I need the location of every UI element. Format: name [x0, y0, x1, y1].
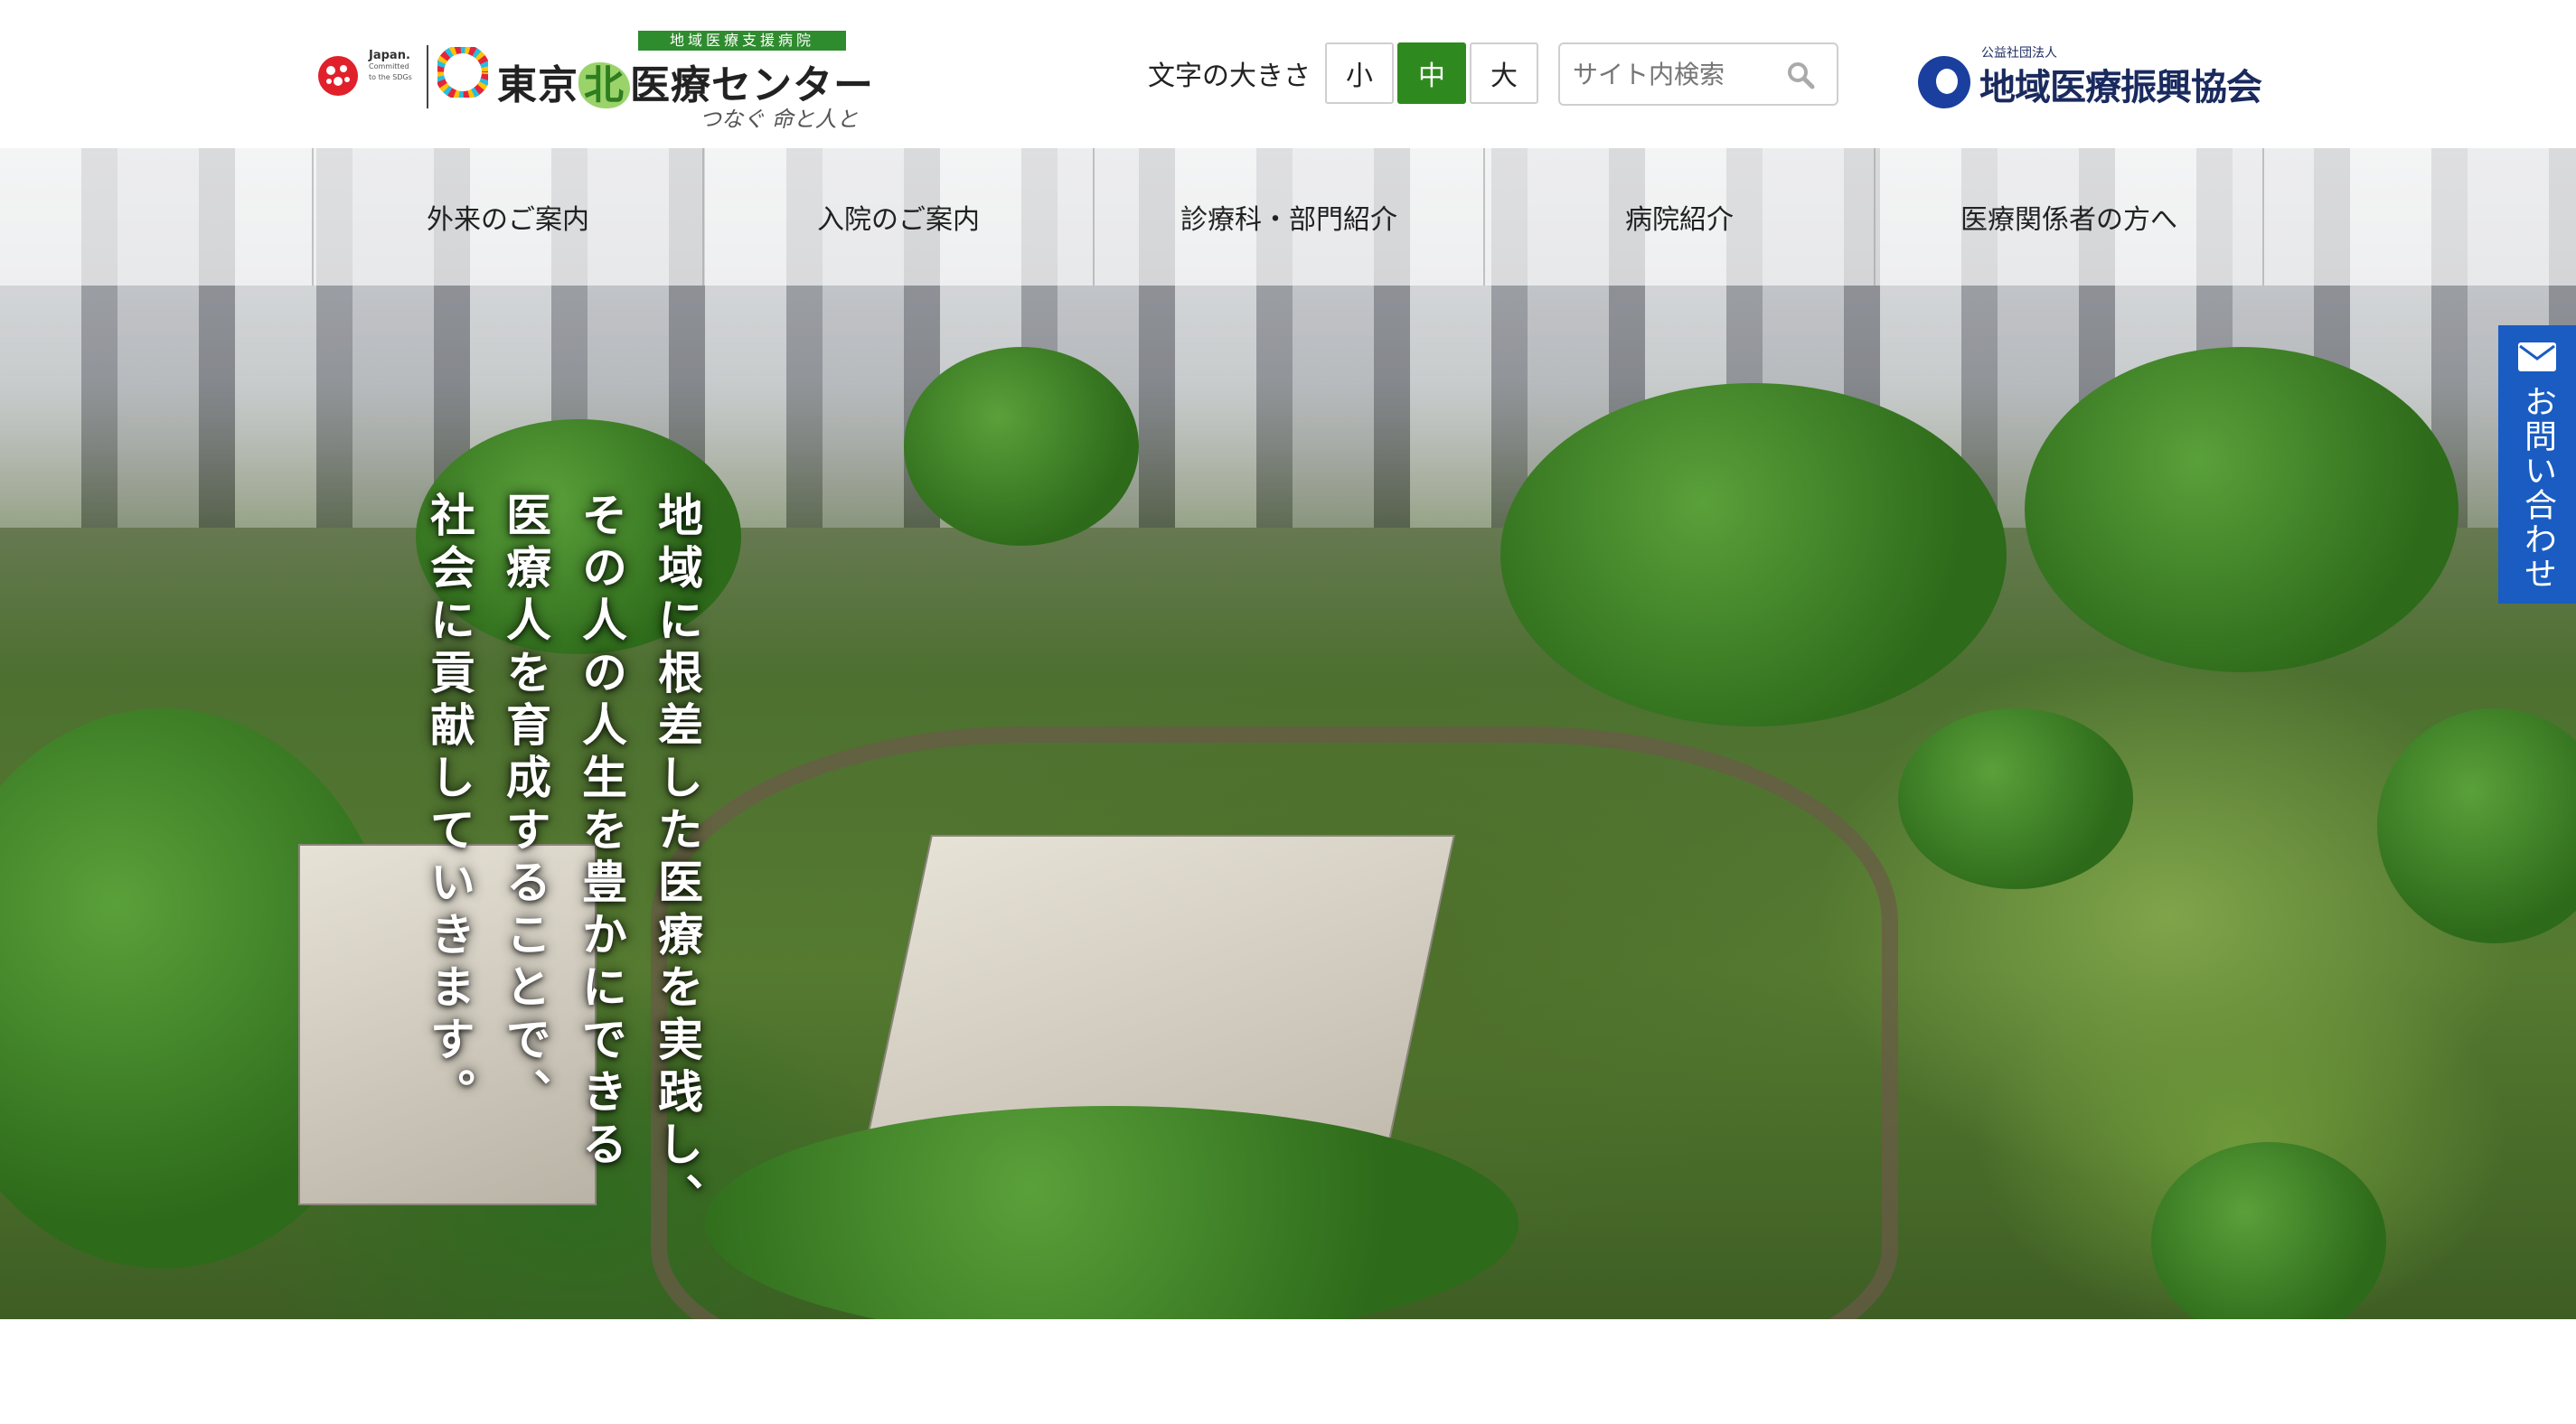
font-size-large-button[interactable]: 大	[1470, 42, 1538, 104]
contact-button[interactable]: お問い合わせ	[2498, 325, 2576, 604]
hero-tree	[2151, 1142, 2386, 1319]
hero-tree	[2025, 347, 2458, 672]
hero-tree	[2377, 708, 2576, 943]
sakura-icon	[318, 56, 358, 96]
contact-label: お問い合わせ	[2519, 385, 2556, 591]
hero-copy-line-4: 社会に貢献していきます。	[423, 492, 475, 1120]
search-input[interactable]	[1573, 59, 1790, 89]
hospital-tagline: つなぐ 命と人と	[700, 107, 859, 132]
hospital-name-kita: 北	[578, 62, 630, 108]
nav-item-inpatient[interactable]: 入院のご案内	[702, 148, 1093, 286]
committed-label: Committed	[369, 62, 409, 70]
hospital-name-a: 東京	[497, 62, 578, 108]
hero-copy-line-1: 地域に根差した医療を実践し、	[651, 492, 703, 1225]
logo-divider	[427, 45, 428, 108]
nav-item-professionals[interactable]: 医療関係者の方へ	[1874, 148, 2264, 286]
japan-label: Japan.	[369, 49, 410, 62]
content-area	[0, 1319, 2576, 1424]
global-nav: 外来のご案内 入院のご案内 診療科・部門紹介 病院紹介 医療関係者の方へ	[0, 148, 2576, 286]
hero-tree	[1500, 383, 2007, 726]
nav-item-departments[interactable]: 診療科・部門紹介	[1093, 148, 1483, 286]
nav-item-about[interactable]: 病院紹介	[1483, 148, 1874, 286]
font-size-medium-button[interactable]: 中	[1397, 42, 1466, 104]
association-name: 地域医療振興協会	[1979, 67, 2262, 108]
nav-item-outpatient[interactable]: 外来のご案内	[312, 148, 702, 286]
hero-tree	[1898, 708, 2133, 889]
sdgs-japan-mark: Japan. Committed to the SDGs	[311, 45, 428, 108]
site-logo[interactable]: Japan. Committed to the SDGs 地域医療支援病院 東京…	[311, 27, 873, 136]
font-size-control: 文字の大きさ 小 中 大	[1148, 42, 1538, 104]
hero-copy-line-2: その人の人生を豊かにできる	[575, 492, 627, 1173]
association-logo[interactable]: 公益社団法人 地域医療振興協会	[1918, 43, 2270, 108]
font-size-label: 文字の大きさ	[1148, 61, 1311, 92]
hero-copy-line-3: 医療人を育成することで、	[499, 492, 551, 1120]
search-icon[interactable]	[1786, 61, 1815, 89]
font-size-small-button[interactable]: 小	[1325, 42, 1394, 104]
hero-image: 地域に根差した医療を実践し、 その人の人生を豊かにできる 医療人を育成することで…	[0, 148, 2576, 1319]
sdgs-label: to the SDGs	[369, 73, 412, 81]
hero-tree	[904, 347, 1139, 546]
site-header: Japan. Committed to the SDGs 地域医療支援病院 東京…	[0, 0, 2576, 148]
logo-tag: 地域医療支援病院	[638, 31, 846, 51]
association-mark-icon	[1918, 56, 1970, 108]
site-search	[1558, 42, 1838, 106]
sdgs-wheel-icon	[437, 47, 488, 98]
mail-icon	[2518, 342, 2556, 371]
